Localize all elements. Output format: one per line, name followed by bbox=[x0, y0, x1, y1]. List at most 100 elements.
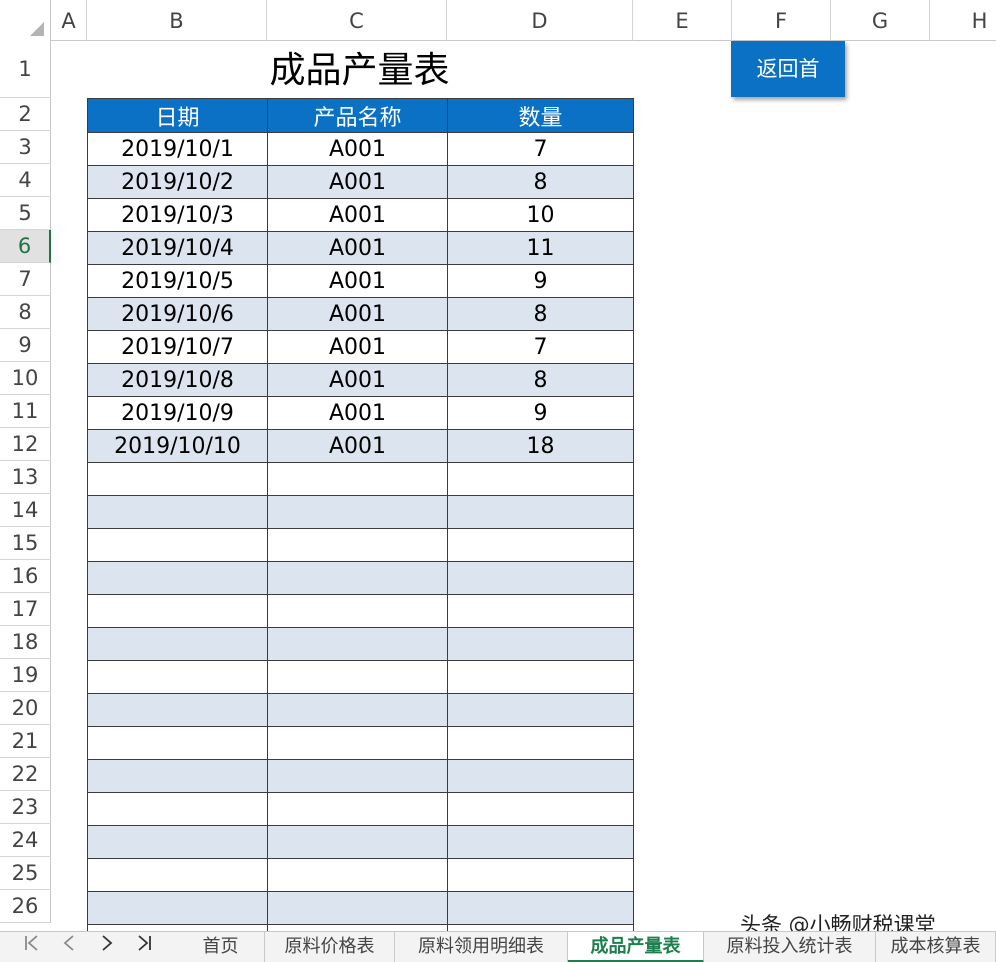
tab-cost-accounting[interactable]: 成本核算表 bbox=[876, 932, 996, 962]
quantity-cell[interactable] bbox=[447, 693, 634, 727]
product-name-cell[interactable]: A001 bbox=[267, 198, 448, 232]
quantity-cell[interactable]: 7 bbox=[447, 132, 634, 166]
date-cell[interactable]: 2019/10/6 bbox=[87, 297, 268, 331]
product-name-cell[interactable] bbox=[267, 858, 448, 892]
tab-material-usage[interactable]: 原料领用明细表 bbox=[395, 932, 568, 962]
quantity-cell[interactable]: 10 bbox=[447, 198, 634, 232]
date-cell[interactable]: 2019/10/9 bbox=[87, 396, 268, 430]
product-name-cell[interactable] bbox=[267, 825, 448, 859]
tab-home[interactable]: 首页 bbox=[177, 932, 265, 962]
quantity-cell[interactable]: 9 bbox=[447, 396, 634, 430]
row-header-14[interactable]: 14 bbox=[0, 494, 51, 527]
quantity-cell[interactable] bbox=[447, 660, 634, 694]
date-cell[interactable]: 2019/10/8 bbox=[87, 363, 268, 397]
product-name-cell[interactable] bbox=[267, 594, 448, 628]
quantity-cell[interactable] bbox=[447, 858, 634, 892]
product-name-cell[interactable]: A001 bbox=[267, 396, 448, 430]
date-cell[interactable]: 2019/10/7 bbox=[87, 330, 268, 364]
date-cell[interactable] bbox=[87, 594, 268, 628]
quantity-cell[interactable]: 8 bbox=[447, 363, 634, 397]
header-date[interactable]: 日期 bbox=[87, 98, 268, 133]
product-name-cell[interactable] bbox=[267, 891, 448, 925]
header-product-name[interactable]: 产品名称 bbox=[267, 98, 448, 133]
quantity-cell[interactable]: 8 bbox=[447, 165, 634, 199]
product-name-cell[interactable]: A001 bbox=[267, 231, 448, 265]
date-cell[interactable] bbox=[87, 759, 268, 793]
row-header-26[interactable]: 26 bbox=[0, 890, 51, 923]
row-header-7[interactable]: 7 bbox=[0, 263, 51, 296]
quantity-cell[interactable] bbox=[447, 594, 634, 628]
quantity-cell[interactable] bbox=[447, 627, 634, 661]
row-header-25[interactable]: 25 bbox=[0, 857, 51, 890]
date-cell[interactable] bbox=[87, 693, 268, 727]
quantity-cell[interactable] bbox=[447, 561, 634, 595]
row-header-4[interactable]: 4 bbox=[0, 164, 51, 197]
quantity-cell[interactable]: 11 bbox=[447, 231, 634, 265]
quantity-cell[interactable] bbox=[447, 891, 634, 925]
row-header-19[interactable]: 19 bbox=[0, 659, 51, 692]
prev-sheet-icon[interactable] bbox=[50, 932, 88, 962]
quantity-cell[interactable]: 8 bbox=[447, 297, 634, 331]
product-name-cell[interactable] bbox=[267, 660, 448, 694]
product-name-cell[interactable] bbox=[267, 627, 448, 661]
column-header-h[interactable]: H bbox=[930, 0, 996, 41]
row-header-20[interactable]: 20 bbox=[0, 692, 51, 725]
date-cell[interactable] bbox=[87, 528, 268, 562]
date-cell[interactable] bbox=[87, 726, 268, 760]
column-header-a[interactable]: A bbox=[51, 0, 87, 41]
date-cell[interactable] bbox=[87, 660, 268, 694]
product-name-cell[interactable] bbox=[267, 759, 448, 793]
row-header-22[interactable]: 22 bbox=[0, 758, 51, 791]
row-header-3[interactable]: 3 bbox=[0, 131, 51, 164]
row-header-5[interactable]: 5 bbox=[0, 197, 51, 230]
first-sheet-icon[interactable] bbox=[12, 932, 50, 962]
column-header-c[interactable]: C bbox=[267, 0, 447, 41]
row-header-21[interactable]: 21 bbox=[0, 725, 51, 758]
column-header-e[interactable]: E bbox=[633, 0, 732, 41]
row-header-13[interactable]: 13 bbox=[0, 461, 51, 494]
quantity-cell[interactable] bbox=[447, 792, 634, 826]
row-header-23[interactable]: 23 bbox=[0, 791, 51, 824]
product-name-cell[interactable]: A001 bbox=[267, 264, 448, 298]
quantity-cell[interactable] bbox=[447, 726, 634, 760]
date-cell[interactable]: 2019/10/2 bbox=[87, 165, 268, 199]
return-home-button[interactable]: 返回首 bbox=[731, 41, 845, 97]
product-name-cell[interactable]: A001 bbox=[267, 429, 448, 463]
quantity-cell[interactable] bbox=[447, 759, 634, 793]
quantity-cell[interactable] bbox=[447, 462, 634, 496]
row-header-8[interactable]: 8 bbox=[0, 296, 51, 329]
date-cell[interactable] bbox=[87, 891, 268, 925]
quantity-cell[interactable]: 9 bbox=[447, 264, 634, 298]
product-name-cell[interactable] bbox=[267, 462, 448, 496]
date-cell[interactable] bbox=[87, 858, 268, 892]
column-header-f[interactable]: F bbox=[732, 0, 831, 41]
last-sheet-icon[interactable] bbox=[126, 932, 164, 962]
quantity-cell[interactable]: 18 bbox=[447, 429, 634, 463]
date-cell[interactable]: 2019/10/3 bbox=[87, 198, 268, 232]
date-cell[interactable]: 2019/10/4 bbox=[87, 231, 268, 265]
row-header-9[interactable]: 9 bbox=[0, 329, 51, 362]
row-header-10[interactable]: 10 bbox=[0, 362, 51, 395]
column-header-b[interactable]: B bbox=[87, 0, 267, 41]
product-name-cell[interactable] bbox=[267, 693, 448, 727]
date-cell[interactable]: 2019/10/10 bbox=[87, 429, 268, 463]
quantity-cell[interactable] bbox=[447, 528, 634, 562]
row-header-6[interactable]: 6 bbox=[0, 230, 51, 263]
product-name-cell[interactable] bbox=[267, 528, 448, 562]
row-header-15[interactable]: 15 bbox=[0, 527, 51, 560]
row-header-16[interactable]: 16 bbox=[0, 560, 51, 593]
date-cell[interactable] bbox=[87, 792, 268, 826]
quantity-cell[interactable]: 7 bbox=[447, 330, 634, 364]
row-header-2[interactable]: 2 bbox=[0, 98, 51, 131]
row-header-12[interactable]: 12 bbox=[0, 428, 51, 461]
row-header-18[interactable]: 18 bbox=[0, 626, 51, 659]
quantity-cell[interactable] bbox=[447, 495, 634, 529]
date-cell[interactable]: 2019/10/1 bbox=[87, 132, 268, 166]
product-name-cell[interactable]: A001 bbox=[267, 297, 448, 331]
date-cell[interactable] bbox=[87, 627, 268, 661]
row-header-1[interactable]: 1 bbox=[0, 41, 51, 98]
tab-material-price[interactable]: 原料价格表 bbox=[265, 932, 395, 962]
date-cell[interactable] bbox=[87, 495, 268, 529]
product-name-cell[interactable] bbox=[267, 561, 448, 595]
select-all-corner[interactable] bbox=[0, 0, 51, 41]
